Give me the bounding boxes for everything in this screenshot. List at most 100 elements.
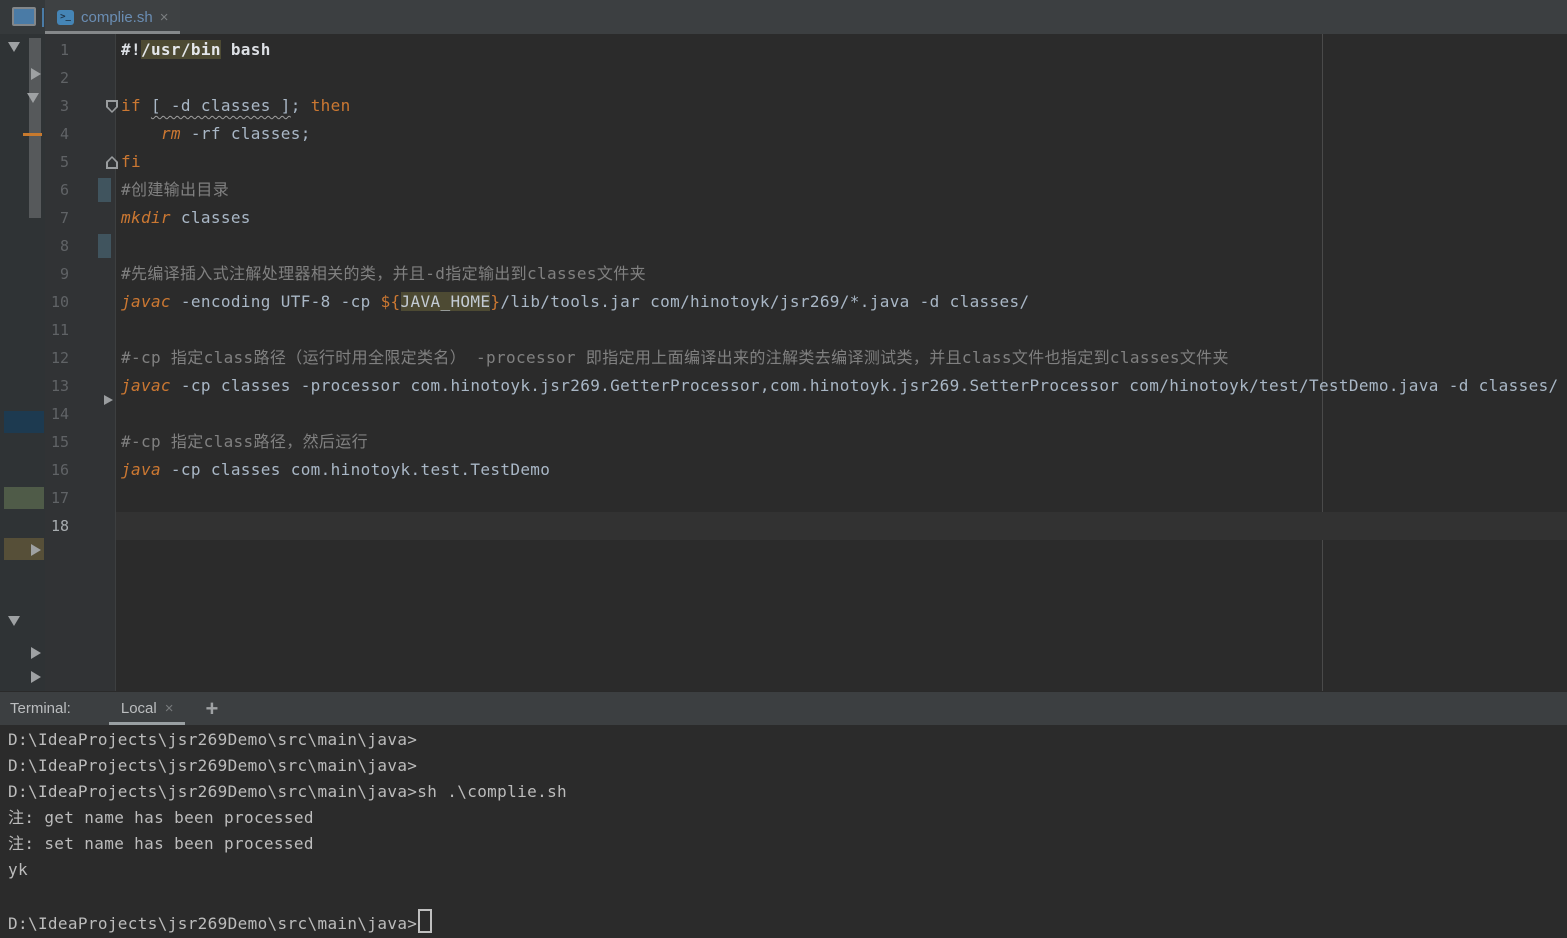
gutter-row[interactable]: 16	[45, 456, 115, 484]
terminal-line: 注: set name has been processed	[8, 831, 1567, 857]
tool-window-icon[interactable]	[12, 7, 36, 26]
code-line[interactable]: rm -rf classes;	[116, 120, 1567, 148]
tab-label: complie.sh	[81, 9, 153, 26]
gutter-row[interactable]: 9	[45, 260, 115, 288]
gutter-row[interactable]: 1	[45, 36, 115, 64]
terminal-output[interactable]: D:\IdeaProjects\jsr269Demo\src\main\java…	[0, 725, 1567, 935]
code-line[interactable]	[116, 400, 1567, 428]
tree-selection-block	[4, 411, 44, 433]
tree-collapse-arrow-icon[interactable]	[27, 93, 39, 103]
gutter-row[interactable]: 5	[45, 148, 115, 176]
gutter-row[interactable]: 14	[45, 400, 115, 428]
code-segment: ;	[291, 96, 311, 115]
terminal-line	[8, 883, 1567, 909]
code-segment: -rf classes;	[181, 124, 311, 143]
tree-collapse-arrow-icon[interactable]	[8, 42, 20, 52]
code-line[interactable]: if [ -d classes ]; then	[116, 92, 1567, 120]
code-segment: JAVA_HOME	[401, 292, 491, 311]
line-number: 2	[45, 64, 115, 92]
tab-complie-sh[interactable]: >_ complie.sh ×	[45, 0, 180, 34]
tree-collapse-arrow-icon[interactable]	[8, 616, 20, 626]
code-editor[interactable]: 123456789101112131415161718 #!/usr/bin b…	[45, 34, 1567, 691]
code-line[interactable]	[116, 484, 1567, 512]
code-line[interactable]: javac -cp classes -processor com.hinotoy…	[116, 372, 1567, 400]
gutter-row[interactable]: 18	[45, 512, 115, 540]
panel-scrollbar-thumb[interactable]	[29, 38, 41, 218]
code-line[interactable]	[116, 512, 1567, 540]
code-line[interactable]	[116, 64, 1567, 92]
hidden-tab-sliver	[42, 8, 44, 27]
project-tree-strip	[0, 34, 46, 691]
code-segment: #-cp 指定class路径，然后运行	[121, 432, 368, 451]
terminal-tab-label: Local	[121, 700, 157, 717]
gutter-row[interactable]: 12	[45, 344, 115, 372]
terminal-text: D:\IdeaProjects\jsr269Demo\src\main\java…	[8, 914, 417, 933]
code-segment: }	[490, 292, 500, 311]
code-line[interactable]: #-cp 指定class路径，然后运行	[116, 428, 1567, 456]
terminal-text: 注: get name has been processed	[8, 808, 314, 827]
code-segment: then	[311, 96, 351, 115]
line-number: 1	[45, 36, 115, 64]
left-panel-header	[0, 0, 45, 34]
terminal-panel: Terminal: Local × + D:\IdeaProjects\jsr2…	[0, 691, 1567, 938]
code-segment: rm	[161, 124, 181, 143]
editor-gutter[interactable]: 123456789101112131415161718	[45, 34, 115, 691]
code-line[interactable]: #创建输出目录	[116, 176, 1567, 204]
tree-expand-arrow-icon[interactable]	[31, 671, 41, 683]
code-line[interactable]: javac -encoding UTF-8 -cp ${JAVA_HOME}/l…	[116, 288, 1567, 316]
close-tab-icon[interactable]: ×	[160, 9, 169, 26]
gutter-row[interactable]: 4	[45, 120, 115, 148]
code-line[interactable]: #-cp 指定class路径（运行时用全限定类名） -processor 即指定…	[116, 344, 1567, 372]
code-segment: javac	[121, 292, 171, 311]
code-line[interactable]	[116, 232, 1567, 260]
terminal-line: 注: get name has been processed	[8, 805, 1567, 831]
fold-arrow-icon[interactable]	[104, 395, 113, 405]
code-segment: ${	[381, 292, 401, 311]
code-segment: #创建输出目录	[121, 180, 229, 199]
line-number: 11	[45, 316, 115, 344]
code-segment: if	[121, 96, 141, 115]
gutter-row[interactable]: 17	[45, 484, 115, 512]
terminal-line: D:\IdeaProjects\jsr269Demo\src\main\java…	[8, 779, 1567, 805]
code-area[interactable]: #!/usr/bin bash if [ -d classes ]; then r…	[115, 34, 1567, 691]
terminal-text: D:\IdeaProjects\jsr269Demo\src\main\java…	[8, 782, 567, 801]
tree-expand-arrow-icon[interactable]	[31, 647, 41, 659]
gutter-row[interactable]: 8	[45, 232, 115, 260]
gutter-row[interactable]: 7	[45, 204, 115, 232]
vcs-change-marker	[98, 234, 111, 258]
code-line[interactable]: #先编译插入式注解处理器相关的类，并且-d指定输出到classes文件夹	[116, 260, 1567, 288]
code-line[interactable]: #!/usr/bin bash	[116, 36, 1567, 64]
tree-selection-block	[4, 487, 44, 509]
terminal-line: D:\IdeaProjects\jsr269Demo\src\main\java…	[8, 727, 1567, 753]
code-segment: -cp classes -processor com.hinotoyk.jsr2…	[171, 376, 1559, 395]
gutter-row[interactable]: 11	[45, 316, 115, 344]
line-number: 17	[45, 484, 115, 512]
line-number: 7	[45, 204, 115, 232]
gutter-row[interactable]: 3	[45, 92, 115, 120]
code-line[interactable]: fi	[116, 148, 1567, 176]
terminal-text: D:\IdeaProjects\jsr269Demo\src\main\java…	[8, 756, 417, 775]
tree-expand-arrow-icon[interactable]	[31, 68, 41, 80]
code-line[interactable]	[116, 316, 1567, 344]
shell-script-icon: >_	[57, 10, 74, 25]
terminal-line: D:\IdeaProjects\jsr269Demo\src\main\java…	[8, 753, 1567, 779]
code-line[interactable]: java -cp classes com.hinotoyk.test.TestD…	[116, 456, 1567, 484]
code-segment: mkdir	[121, 208, 171, 227]
gutter-row[interactable]: 6	[45, 176, 115, 204]
line-number: 4	[45, 120, 115, 148]
line-number: 16	[45, 456, 115, 484]
code-segment: fi	[121, 152, 141, 171]
terminal-line: D:\IdeaProjects\jsr269Demo\src\main\java…	[8, 909, 1567, 935]
gutter-row[interactable]: 15	[45, 428, 115, 456]
terminal-text: 注: set name has been processed	[8, 834, 314, 853]
terminal-tab-local[interactable]: Local ×	[109, 692, 186, 725]
code-segment: -encoding UTF-8 -cp	[171, 292, 381, 311]
code-segment: -cp classes com.hinotoyk.test.TestDemo	[161, 460, 550, 479]
new-terminal-icon[interactable]: +	[205, 699, 218, 719]
terminal-cursor[interactable]	[418, 909, 432, 933]
code-line[interactable]: mkdir classes	[116, 204, 1567, 232]
close-terminal-tab-icon[interactable]: ×	[165, 700, 174, 717]
tree-expand-arrow-icon[interactable]	[31, 544, 41, 556]
gutter-row[interactable]: 10	[45, 288, 115, 316]
gutter-row[interactable]: 2	[45, 64, 115, 92]
